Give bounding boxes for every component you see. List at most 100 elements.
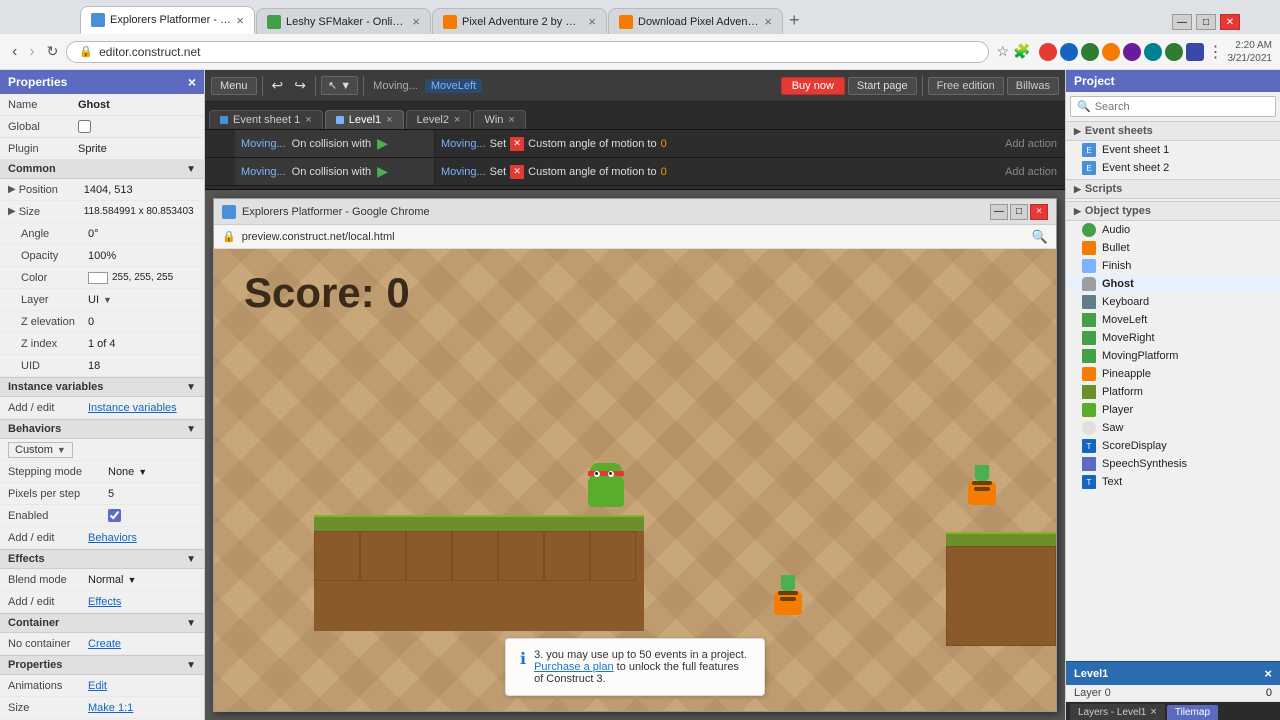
close-window-button[interactable]: ✕: [1220, 14, 1240, 30]
effects-link[interactable]: Effects: [88, 596, 121, 608]
tab-4-close[interactable]: ×: [764, 14, 772, 29]
level1-tab-close[interactable]: ×: [386, 114, 392, 126]
event-sheet-tab-close[interactable]: ×: [305, 114, 311, 126]
event-sheet-area: Moving... On collision with ▶ Moving... …: [205, 130, 1065, 190]
finish-item[interactable]: Finish: [1066, 257, 1280, 275]
event-action-2[interactable]: Moving... Set ✕ Custom angle of motion t…: [435, 158, 997, 185]
enabled-checkbox[interactable]: [108, 509, 121, 522]
text-item[interactable]: T Text: [1066, 473, 1280, 491]
maximize-button[interactable]: □: [1196, 14, 1216, 30]
event-sheet-2-item[interactable]: E Event sheet 2: [1066, 159, 1280, 177]
global-checkbox[interactable]: [78, 120, 91, 133]
layers-tab[interactable]: Layers - Level1 ×: [1070, 704, 1165, 720]
user-button[interactable]: Billwas: [1007, 77, 1059, 95]
free-edition-button[interactable]: Free edition: [928, 77, 1004, 95]
properties-section-header[interactable]: Properties ▼: [0, 655, 204, 675]
effects-header[interactable]: Effects ▼: [0, 549, 204, 569]
event-sheets-label: Event sheets: [1085, 125, 1153, 137]
common-label: Common: [8, 163, 56, 175]
color-label: Color: [8, 272, 88, 284]
browser-tab-3[interactable]: Pixel Adventure 2 by Pixel Frog ×: [432, 8, 607, 34]
start-page-button[interactable]: Start page: [848, 77, 917, 95]
browser-tab-2[interactable]: Leshy SFMaker - Online Sound E... ×: [256, 8, 431, 34]
buy-now-button[interactable]: Buy now: [781, 77, 845, 95]
select-tool[interactable]: ↖ ▼: [321, 76, 358, 95]
address-bar[interactable]: editor.construct.net: [99, 45, 975, 59]
win-tab[interactable]: Win ×: [473, 110, 525, 129]
behaviors-link[interactable]: Behaviors: [88, 532, 137, 544]
search-input[interactable]: [1095, 101, 1269, 113]
forward-button[interactable]: ›: [25, 41, 38, 63]
browser-tab-1[interactable]: Explorers Platformer - Construc... ×: [80, 6, 255, 34]
player-label: Player: [1102, 404, 1133, 416]
game-win-close[interactable]: ×: [1030, 204, 1048, 220]
extensions-button[interactable]: 🧩: [1013, 43, 1030, 60]
project-search[interactable]: 🔍: [1070, 96, 1276, 117]
game-win-minimize[interactable]: —: [990, 204, 1008, 220]
win-tab-close[interactable]: ×: [508, 114, 514, 126]
make-1-1-link[interactable]: Make 1:1: [88, 702, 133, 714]
audio-item[interactable]: Audio: [1066, 221, 1280, 239]
moveright-item[interactable]: MoveRight: [1066, 329, 1280, 347]
properties-close-icon[interactable]: ×: [188, 74, 196, 90]
behaviors-header[interactable]: Behaviors ▼: [0, 419, 204, 439]
redo-button[interactable]: ↪: [290, 75, 310, 96]
level2-tab[interactable]: Level2 ×: [406, 110, 472, 129]
instance-variables-link[interactable]: Instance variables: [88, 402, 177, 414]
back-button[interactable]: ‹: [8, 41, 21, 63]
movingplatform-item[interactable]: MovingPlatform: [1066, 347, 1280, 365]
create-container-link[interactable]: Create: [88, 638, 121, 650]
animations-edit-link[interactable]: Edit: [88, 680, 107, 692]
game-search-icon[interactable]: 🔍: [1032, 229, 1048, 245]
event-condition-2[interactable]: Moving... On collision with ▶: [235, 158, 435, 185]
bullet-item[interactable]: Bullet: [1066, 239, 1280, 257]
bookmark-button[interactable]: ☆: [997, 43, 1010, 60]
game-canvas[interactable]: Score: 0: [214, 249, 1056, 711]
event-row-2: Moving... On collision with ▶ Moving... …: [205, 158, 1065, 186]
add-action-button[interactable]: Add action: [997, 138, 1065, 150]
level1-tab[interactable]: Level1 ×: [325, 110, 404, 129]
notification-link[interactable]: Purchase a plan: [534, 661, 614, 673]
instance-variables-header[interactable]: Instance variables ▼: [0, 377, 204, 397]
tab-1-close[interactable]: ×: [236, 13, 244, 28]
event-sheet-1-item[interactable]: E Event sheet 1: [1066, 141, 1280, 159]
event-action-1[interactable]: Moving... Set ✕ Custom angle of motion t…: [435, 130, 997, 157]
platform-item[interactable]: Platform: [1066, 383, 1280, 401]
add-action-button-2[interactable]: Add action: [997, 166, 1065, 178]
scoredisplay-item[interactable]: T ScoreDisplay: [1066, 437, 1280, 455]
project-title: Project: [1074, 74, 1115, 88]
container-header[interactable]: Container ▼: [0, 613, 204, 633]
keyboard-item[interactable]: Keyboard: [1066, 293, 1280, 311]
player-item[interactable]: Player: [1066, 401, 1280, 419]
expand-position[interactable]: ▶: [8, 184, 16, 195]
level2-tab-close[interactable]: ×: [454, 114, 460, 126]
common-section-header[interactable]: Common ▼: [0, 160, 204, 179]
tilemap-tab[interactable]: Tilemap: [1167, 705, 1218, 720]
level-close-icon[interactable]: ×: [1264, 666, 1272, 681]
layer-dropdown-arrow[interactable]: ▼: [103, 295, 112, 305]
game-win-maximize[interactable]: □: [1010, 204, 1028, 220]
event-sheet-tab[interactable]: Event sheet 1 ×: [209, 110, 323, 129]
ghost-item[interactable]: Ghost: [1066, 275, 1280, 293]
moveleft-item[interactable]: MoveLeft: [1066, 311, 1280, 329]
color-box[interactable]: [88, 272, 108, 284]
saw-item[interactable]: Saw: [1066, 419, 1280, 437]
browser-tab-4[interactable]: Download Pixel Adventure 2 by ... ×: [608, 8, 783, 34]
condition-sprite-1: Moving...: [241, 138, 286, 150]
undo-button[interactable]: ↩: [268, 75, 288, 96]
minimize-button[interactable]: —: [1172, 14, 1192, 30]
expand-size[interactable]: ▶: [8, 206, 16, 217]
event-condition-1[interactable]: Moving... On collision with ▶: [235, 130, 435, 157]
pineapple-item[interactable]: Pineapple: [1066, 365, 1280, 383]
tab-2-close[interactable]: ×: [412, 14, 420, 29]
blend-mode-arrow[interactable]: ▼: [127, 575, 136, 585]
refresh-button[interactable]: ↻: [43, 41, 63, 62]
menu-button[interactable]: Menu: [211, 77, 257, 95]
new-tab-button[interactable]: +: [783, 6, 806, 34]
tab-3-close[interactable]: ×: [588, 14, 596, 29]
speechsynthesis-item[interactable]: SpeechSynthesis: [1066, 455, 1280, 473]
stepping-mode-arrow[interactable]: ▼: [138, 467, 147, 477]
add-edit-eff-label: Add / edit: [8, 596, 88, 608]
browser-menu-button[interactable]: ⋮: [1208, 42, 1224, 62]
layers-tab-close[interactable]: ×: [1150, 706, 1156, 718]
